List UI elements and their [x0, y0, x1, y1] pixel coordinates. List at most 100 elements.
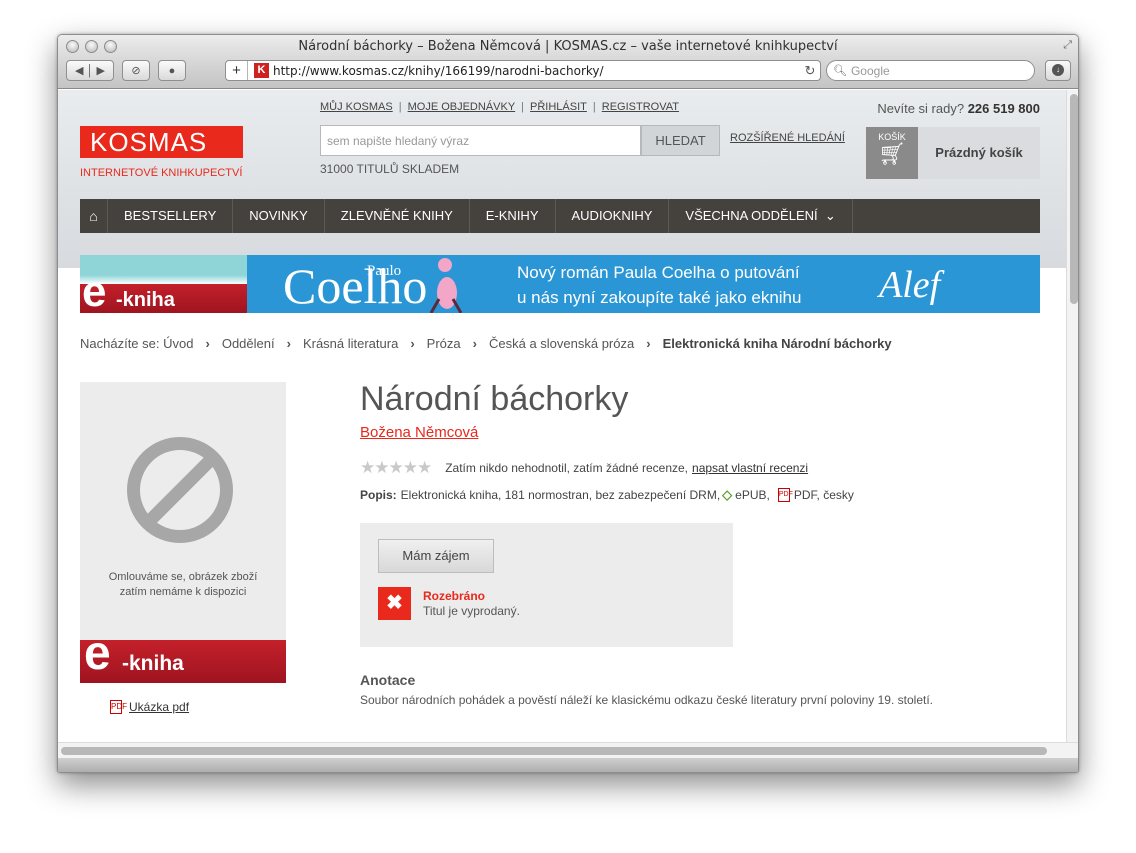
availability-box: Mám zájem ✖ Rozebráno Titul je vyprodaný… — [360, 523, 733, 647]
annotation-text: Soubor národních pohádek a pověstí nálež… — [360, 693, 933, 707]
no-image-text: Omlouváme se, obrázek zboží zatím nemáme… — [108, 571, 258, 598]
breadcrumb-chevron-icon: › — [205, 336, 210, 351]
site-search-input[interactable]: sem napište hledaný výraz — [320, 125, 641, 156]
epub-icon: ◇ — [722, 487, 733, 502]
vertical-scrollbar[interactable] — [1066, 90, 1078, 742]
breadcrumb-fiction[interactable]: Krásná literatura — [303, 336, 398, 351]
banner-author-firstname: Paulo — [367, 263, 402, 279]
promo-banner[interactable]: e -kniha Coelho Paulo Nový román Paula C… — [80, 255, 1040, 316]
book-icon: ⊘ — [131, 65, 141, 77]
nav-bestsellers[interactable]: BESTSELLERY — [108, 199, 234, 233]
fullscreen-icon[interactable]: ⤢ — [1063, 39, 1072, 52]
banner-line-2: u nás nyní zakoupíte také jako eknihu — [517, 288, 802, 307]
interest-button[interactable]: Mám zájem — [378, 539, 494, 573]
banner-figure-image — [429, 258, 463, 313]
stop-button[interactable]: ● — [158, 60, 186, 81]
register-link[interactable]: REGISTROVAT — [602, 101, 679, 113]
sample-pdf: PDF Ukázka pdf — [110, 700, 189, 714]
bookmarks-button[interactable]: ⊘ — [122, 60, 150, 81]
reload-icon[interactable]: ↻ — [800, 63, 820, 79]
site-logo[interactable]: KOSMAS — [80, 126, 243, 158]
forward-arrow-icon[interactable]: ▶ — [97, 64, 105, 77]
phone-number: 226 519 800 — [967, 101, 1040, 116]
status-bar — [58, 758, 1078, 772]
book-cover-placeholder: Omlouváme se, obrázek zboží zatím nemáme… — [80, 382, 286, 683]
site-logo-subtitle: INTERNETOVÉ KNIHKUPECTVÍ — [80, 167, 243, 179]
breadcrumb-chevron-icon: › — [472, 336, 477, 351]
my-kosmas-link[interactable]: MŮJ KOSMAS — [320, 101, 393, 113]
help-phone: Nevíte si rady? 226 519 800 — [877, 101, 1040, 116]
breadcrumb-home[interactable]: Úvod — [163, 336, 193, 351]
cart-icon-box: KOŠÍK 🛒︎ — [866, 127, 918, 179]
author-link[interactable]: Božena Němcová — [360, 424, 478, 441]
site-header — [58, 90, 1066, 268]
status-title: Rozebráno — [423, 589, 486, 603]
vertical-scroll-thumb[interactable] — [1070, 94, 1078, 304]
window-title: Národní báchorky – Božena Němcová | KOSM… — [298, 39, 838, 54]
home-icon[interactable]: ⌂ — [80, 199, 108, 233]
chevron-down-icon: ⌄ — [821, 208, 836, 223]
page-content: KOSMAS INTERNETOVÉ KNIHKUPECTVÍ MŮJ KOSM… — [58, 90, 1066, 742]
breadcrumb-prose[interactable]: Próza — [427, 336, 461, 351]
breadcrumb-czech-prose[interactable]: Česká a slovenská próza — [489, 336, 634, 351]
browser-search-field[interactable]: 🔍︎ Google — [826, 60, 1035, 81]
browser-search-placeholder: Google — [850, 63, 890, 78]
banner-line-1: Nový román Paula Coelha o putování — [517, 263, 800, 282]
format-epub: ePUB, — [735, 488, 770, 502]
site-favicon-icon: K — [254, 63, 269, 78]
rating-text: Zatím nikdo nehodnotil, zatím žádné rece… — [445, 461, 689, 475]
add-bookmark-button[interactable]: + — [226, 61, 248, 80]
format-pdf: PDF, česky — [793, 488, 854, 502]
ebook-label: e -kniha — [80, 626, 286, 683]
url-text[interactable]: http://www.kosmas.cz/knihy/166199/narodn… — [273, 64, 800, 78]
cart-button[interactable]: KOŠÍK 🛒︎ Prázdný košík — [866, 127, 1040, 179]
advanced-search-link[interactable]: ROZŠÍŘENÉ HLEDÁNÍ — [730, 132, 845, 144]
breadcrumb: Nacházíte se: Úvod › Oddělení › Krásná l… — [80, 336, 892, 351]
sample-pdf-link[interactable]: Ukázka pdf — [129, 700, 189, 714]
breadcrumb-chevron-icon: › — [410, 336, 415, 351]
account-links: MŮJ KOSMAS | MOJE OBJEDNÁVKY | PŘIHLÁSIT… — [320, 101, 679, 113]
rating-stars-icon[interactable]: ★★★★★ — [360, 458, 432, 478]
horizontal-scroll-thumb[interactable] — [61, 747, 1047, 755]
status-text: Titul je vyprodaný. — [423, 604, 520, 618]
back-arrow-icon[interactable]: ◀ — [75, 64, 83, 77]
cart-status: Prázdný košík — [935, 145, 1023, 160]
unavailable-icon: ✖ — [378, 587, 411, 620]
nav-ebooks[interactable]: E-KNIHY — [470, 199, 556, 233]
downloads-button[interactable]: ↓ — [1045, 60, 1071, 81]
banner-promo-area: Coelho Paulo Nový román Paula Coelha o p… — [247, 255, 1040, 314]
banner-author-name: Coelho — [283, 258, 428, 314]
annotation-heading: Anotace — [360, 672, 416, 688]
main-navigation: ⌂ BESTSELLERY NOVINKY ZLEVNĚNÉ KNIHY E-K… — [80, 199, 1040, 233]
horizontal-scrollbar[interactable] — [58, 742, 1078, 758]
nav-new[interactable]: NOVINKY — [233, 199, 325, 233]
banner-publisher-logo: Alef — [879, 264, 941, 306]
stop-icon: ● — [168, 64, 176, 77]
no-image-icon — [127, 437, 233, 543]
shopping-cart-icon: 🛒︎ — [878, 141, 906, 166]
download-icon: ↓ — [1052, 64, 1064, 76]
nav-all-departments[interactable]: VŠECHNA ODDĚLENÍ ⌄ — [669, 199, 853, 233]
login-link[interactable]: PŘIHLÁSIT — [530, 101, 587, 113]
search-icon: 🔍︎ — [833, 65, 847, 77]
nav-audiobooks[interactable]: AUDIOKNIHY — [556, 199, 670, 233]
breadcrumb-chevron-icon: › — [646, 336, 651, 351]
browser-window: Národní báchorky – Božena Němcová | KOSM… — [57, 34, 1079, 773]
stock-count: 31000 TITULŮ SKLADEM — [320, 162, 460, 176]
write-review-link[interactable]: napsat vlastní recenzi — [692, 461, 808, 475]
search-button[interactable]: HLEDAT — [641, 125, 720, 156]
address-bar[interactable]: + K http://www.kosmas.cz/knihy/166199/na… — [225, 60, 821, 81]
breadcrumb-departments[interactable]: Oddělení — [222, 336, 275, 351]
rating-row: ★★★★★ Zatím nikdo nehodnotil, zatím žádn… — [360, 458, 808, 478]
nav-discounted[interactable]: ZLEVNĚNÉ KNIHY — [325, 199, 470, 233]
product-title: Národní báchorky — [360, 380, 629, 418]
back-forward-buttons[interactable]: ◀ │ ▶ — [66, 60, 114, 81]
pdf-icon: PDF — [777, 488, 793, 502]
breadcrumb-chevron-icon: › — [286, 336, 291, 351]
title-bar: Národní báchorky – Božena Němcová | KOSM… — [58, 35, 1078, 89]
product-description: Popis: Elektronická kniha, 181 normostra… — [360, 487, 854, 502]
my-orders-link[interactable]: MOJE OBJEDNÁVKY — [408, 101, 516, 113]
pdf-icon: PDF — [110, 700, 127, 714]
ebook-badge: e -kniha — [80, 255, 247, 316]
breadcrumb-current: Elektronická kniha Národní báchorky — [662, 336, 892, 351]
